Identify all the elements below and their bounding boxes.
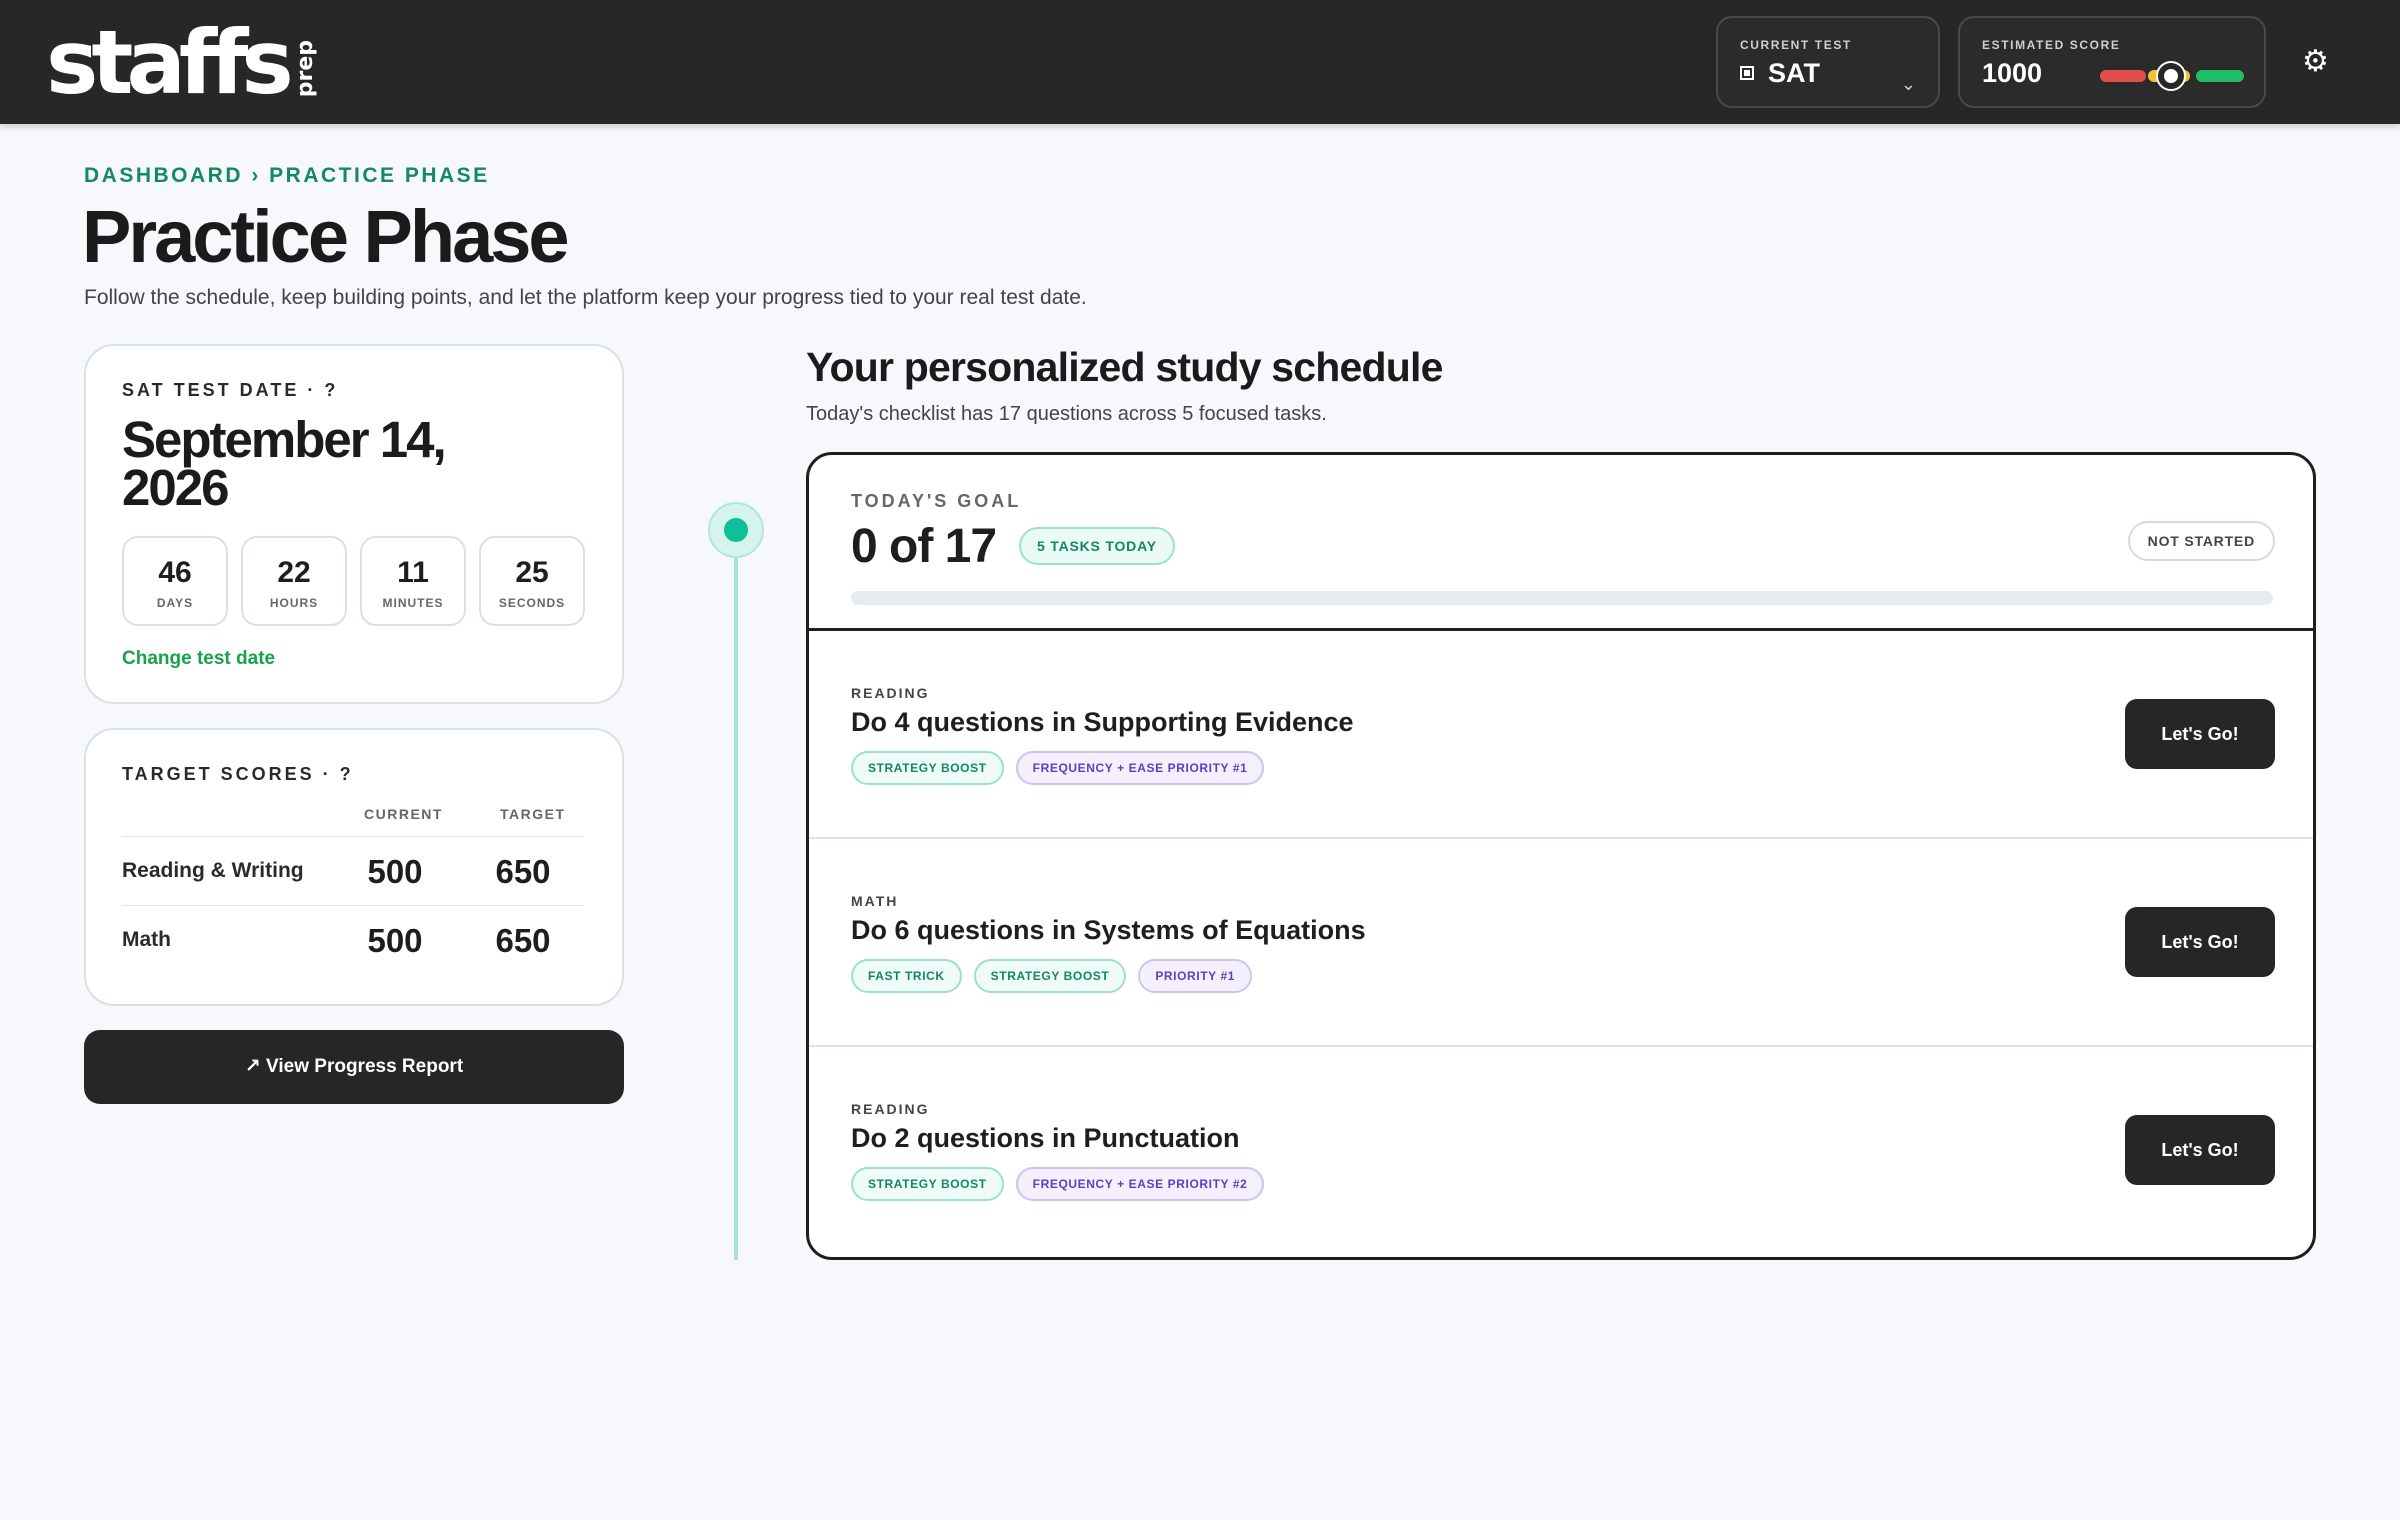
- task-title: Do 2 questions in Punctuation: [851, 1123, 1240, 1153]
- score-subject: Math: [122, 928, 171, 951]
- view-progress-report-button[interactable]: ↗ View Progress Report: [84, 1030, 624, 1104]
- score-subject: Reading & Writing: [122, 859, 304, 882]
- current-score: 500: [367, 922, 423, 959]
- task-category: MATH: [851, 893, 899, 909]
- page-subtitle: Follow the schedule, keep building point…: [84, 286, 1087, 309]
- logo-subtext: prep: [292, 40, 318, 98]
- target-scores-label: TARGET SCORES · ?: [122, 764, 354, 784]
- current-score: 500: [367, 853, 423, 890]
- estimated-score-value: 1000: [1982, 58, 2043, 88]
- score-segment-high: [2196, 70, 2244, 82]
- score-segment-low: [2100, 70, 2146, 82]
- score-row-reading-writing: Reading & Writing 500 650: [122, 836, 584, 906]
- countdown-seconds-value: 25: [515, 556, 549, 589]
- task-tag: FREQUENCY + EASE PRIORITY #1: [1015, 751, 1265, 785]
- breadcrumb[interactable]: DASHBOARD › PRACTICE PHASE: [84, 164, 490, 188]
- timeline-line: [734, 548, 738, 1260]
- countdown-seconds-label: SECONDS: [498, 596, 566, 610]
- estimated-score-panel[interactable]: ESTIMATED SCORE 1000: [1958, 16, 2266, 108]
- task-item: READING Do 2 questions in Punctuation ST…: [809, 1047, 2313, 1255]
- test-date-card: SAT TEST DATE · ? September 14, 2026 46 …: [84, 344, 624, 704]
- lets-go-button[interactable]: Let's Go!: [2125, 907, 2275, 977]
- score-range-bar: [2100, 63, 2244, 89]
- col-target-header: TARGET: [500, 806, 566, 822]
- estimated-score-label: ESTIMATED SCORE: [1982, 38, 2121, 52]
- schedule-subtitle: Today's checklist has 17 questions acros…: [806, 403, 1327, 425]
- current-test-label: CURRENT TEST: [1740, 38, 1852, 52]
- current-test-value: SAT: [1768, 58, 1820, 88]
- top-bar: staffs prep CURRENT TEST SAT ⌄ ESTIMATED…: [0, 0, 2400, 124]
- target-scores-card: TARGET SCORES · ? CURRENT TARGET Reading…: [84, 728, 624, 1006]
- page-title: Practice Phase: [82, 195, 570, 278]
- test-date-label: SAT TEST DATE · ?: [122, 380, 339, 400]
- target-score[interactable]: 650: [478, 922, 568, 960]
- countdown-days-label: DAYS: [156, 596, 194, 610]
- countdown-days-value: 46: [158, 556, 192, 589]
- schedule-title: Your personalized study schedule: [806, 344, 1443, 390]
- timeline-dot: [708, 502, 764, 558]
- task-item: READING Do 4 questions in Supporting Evi…: [809, 631, 2313, 839]
- todays-goal-section: TODAY'S GOAL 0 of 17 5 TASKS TODAY NOT S…: [809, 455, 2313, 631]
- task-category: READING: [851, 685, 930, 701]
- task-tag: FREQUENCY + EASE PRIORITY #2: [1015, 1167, 1265, 1201]
- chevron-down-icon[interactable]: ⌄: [1901, 74, 1916, 95]
- task-tag: STRATEGY BOOST: [851, 751, 1004, 785]
- task-tag: STRATEGY BOOST: [973, 959, 1127, 993]
- task-tags: FAST TRICK STRATEGY BOOST PRIORITY #1: [851, 959, 1253, 993]
- countdown-minutes-value: 11: [397, 556, 429, 589]
- countdown-minutes: 11 MINUTES: [360, 536, 466, 626]
- lets-go-button[interactable]: Let's Go!: [2125, 699, 2275, 769]
- score-row-math: Math 500 650: [122, 906, 584, 976]
- tasks-count-badge: 5 TASKS TODAY: [1019, 527, 1175, 565]
- task-tag: FAST TRICK: [851, 959, 962, 993]
- sat-icon: [1740, 66, 1754, 80]
- lets-go-button[interactable]: Let's Go!: [2125, 1115, 2275, 1185]
- task-tags: STRATEGY BOOST FREQUENCY + EASE PRIORITY…: [851, 1167, 1265, 1201]
- task-tag: PRIORITY #1: [1138, 959, 1253, 993]
- countdown-minutes-label: MINUTES: [382, 596, 444, 610]
- task-category: READING: [851, 1101, 930, 1117]
- col-current-header: CURRENT: [364, 806, 443, 822]
- task-title: Do 4 questions in Supporting Evidence: [851, 707, 1354, 737]
- logo[interactable]: staffs prep: [46, 11, 318, 114]
- task-title: Do 6 questions in Systems of Equations: [851, 915, 1366, 945]
- countdown-days: 46 DAYS: [122, 536, 228, 626]
- change-test-date-link[interactable]: Change test date: [122, 648, 275, 670]
- status-badge: NOT STARTED: [2127, 521, 2275, 561]
- current-test-selector[interactable]: CURRENT TEST SAT ⌄: [1716, 16, 1940, 108]
- goal-count: 0 of 17: [851, 520, 997, 573]
- countdown-hours-label: HOURS: [269, 596, 319, 610]
- gear-icon[interactable]: ⚙: [2302, 44, 2329, 79]
- task-item: MATH Do 6 questions in Systems of Equati…: [809, 839, 2313, 1047]
- countdown-hours: 22 HOURS: [241, 536, 347, 626]
- task-tag: STRATEGY BOOST: [851, 1167, 1004, 1201]
- goal-progress-bar: [851, 591, 2273, 605]
- test-date-value: September 14, 2026: [122, 411, 447, 516]
- current-test-value-wrap: SAT: [1740, 58, 1820, 89]
- countdown-hours-value: 22: [277, 556, 311, 589]
- target-score[interactable]: 650: [478, 853, 568, 891]
- task-tags: STRATEGY BOOST FREQUENCY + EASE PRIORITY…: [851, 751, 1265, 785]
- logo-text: staffs: [46, 11, 294, 114]
- score-indicator-knob: [2158, 63, 2184, 89]
- countdown-seconds: 25 SECONDS: [479, 536, 585, 626]
- schedule-card: TODAY'S GOAL 0 of 17 5 TASKS TODAY NOT S…: [806, 452, 2316, 1260]
- goal-label: TODAY'S GOAL: [851, 491, 1022, 511]
